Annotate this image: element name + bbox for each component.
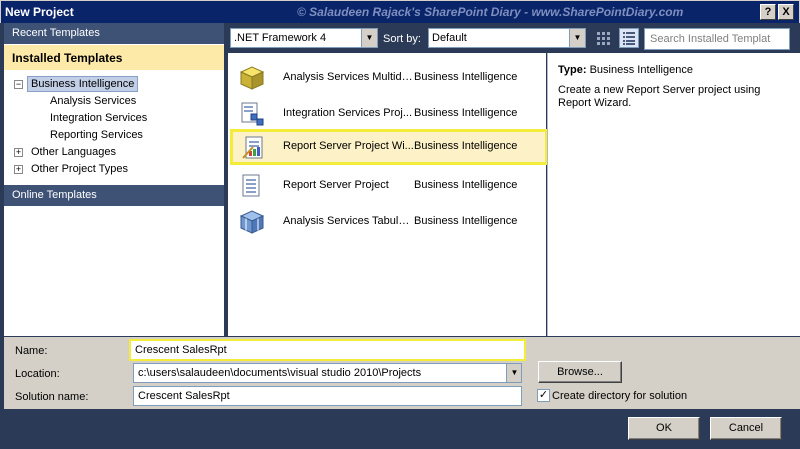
tree-item-label: Integration Services bbox=[50, 112, 148, 124]
online-templates-header[interactable]: Online Templates bbox=[4, 185, 224, 206]
template-item[interactable]: Integration Services Proj... Business In… bbox=[230, 96, 546, 132]
template-category: Business Intelligence bbox=[414, 140, 518, 152]
list-view-icon bbox=[623, 32, 635, 45]
report-wizard-icon bbox=[242, 136, 263, 159]
template-category: Business Intelligence bbox=[414, 107, 518, 119]
template-item[interactable]: Analysis Services Tabular... Business In… bbox=[230, 204, 546, 240]
location-dropdown[interactable]: ▼ bbox=[506, 364, 521, 382]
cube-icon bbox=[239, 66, 265, 90]
template-list: Analysis Services Multidim... Business I… bbox=[228, 53, 548, 336]
type-label: Type: bbox=[558, 64, 587, 76]
type-value: Business Intelligence bbox=[589, 64, 693, 76]
solution-name-field[interactable]: Crescent SalesRpt bbox=[133, 386, 522, 406]
recent-templates-header[interactable]: Recent Templates bbox=[4, 23, 224, 44]
framework-select[interactable]: .NET Framework 4 ▼ bbox=[230, 28, 378, 48]
collapse-icon[interactable]: − bbox=[14, 80, 23, 89]
close-button[interactable]: X bbox=[778, 4, 794, 20]
window-title: New Project bbox=[5, 5, 74, 19]
template-name: Report Server Project Wi... bbox=[283, 140, 414, 152]
project-form: Name: Crescent SalesRpt Location: c:\use… bbox=[4, 337, 800, 409]
location-field[interactable]: c:\users\salaudeen\documents\visual stud… bbox=[133, 363, 522, 383]
browse-button[interactable]: Browse... bbox=[538, 361, 622, 383]
template-type: Type: Business Intelligence bbox=[558, 64, 693, 76]
template-name: Report Server Project bbox=[283, 179, 389, 191]
ok-button[interactable]: OK bbox=[628, 417, 700, 440]
create-directory-label[interactable]: Create directory for solution bbox=[552, 390, 687, 402]
create-directory-checkbox[interactable]: ✓ bbox=[537, 389, 550, 402]
framework-value: .NET Framework 4 bbox=[234, 32, 327, 44]
template-description: Create a new Report Server project using… bbox=[558, 84, 761, 109]
solution-name-label: Solution name: bbox=[15, 391, 89, 403]
template-category: Business Intelligence bbox=[414, 179, 518, 191]
sort-by-select[interactable]: Default ▼ bbox=[428, 28, 586, 48]
name-field[interactable]: Crescent SalesRpt bbox=[129, 339, 526, 361]
template-categories-panel: Recent Templates Installed Templates − B… bbox=[4, 23, 224, 336]
expand-icon[interactable]: + bbox=[14, 165, 23, 174]
tree-item-label: Other Languages bbox=[31, 146, 117, 158]
template-item[interactable]: Report Server Project Business Intellige… bbox=[230, 168, 546, 204]
title-bar: New Project © Salaudeen Rajack's SharePo… bbox=[0, 0, 800, 23]
tree-item-label: Other Project Types bbox=[31, 163, 129, 175]
location-label: Location: bbox=[15, 368, 60, 380]
tabular-icon bbox=[239, 210, 265, 234]
sort-by-value: Default bbox=[432, 32, 467, 44]
name-label: Name: bbox=[15, 345, 48, 357]
watermark-text: © Salaudeen Rajack's SharePoint Diary - … bbox=[297, 5, 684, 19]
report-icon bbox=[242, 174, 260, 197]
small-icons-view-button[interactable] bbox=[593, 28, 613, 48]
template-name: Integration Services Proj... bbox=[283, 107, 413, 119]
template-item[interactable]: Analysis Services Multidim... Business I… bbox=[230, 60, 546, 96]
dialog-footer: OK Cancel bbox=[0, 410, 800, 449]
help-icon: ? bbox=[764, 6, 772, 18]
dropdown-arrow-icon[interactable]: ▼ bbox=[506, 364, 521, 382]
template-name: Analysis Services Multidim... bbox=[283, 71, 414, 83]
tree-item-label: Reporting Services bbox=[50, 129, 143, 141]
grid-view-icon bbox=[597, 32, 610, 45]
sort-by-label: Sort by: bbox=[383, 33, 421, 45]
tree-item-label: Business Intelligence bbox=[27, 76, 139, 92]
integration-icon bbox=[241, 102, 264, 126]
close-icon: X bbox=[782, 6, 790, 18]
location-value: c:\users\salaudeen\documents\visual stud… bbox=[138, 367, 422, 379]
template-name: Analysis Services Tabular... bbox=[283, 215, 414, 227]
help-button[interactable]: ? bbox=[760, 4, 776, 20]
template-description-panel: Type: Business Intelligence Create a new… bbox=[547, 53, 800, 336]
dropdown-arrow-icon[interactable]: ▼ bbox=[569, 29, 585, 47]
template-category: Business Intelligence bbox=[414, 71, 518, 83]
details-view-button[interactable] bbox=[619, 28, 639, 48]
search-installed-templates-input[interactable]: Search Installed Templat bbox=[644, 28, 790, 50]
template-item-selected[interactable]: Report Server Project Wi... Business Int… bbox=[230, 129, 548, 165]
expand-icon[interactable]: + bbox=[14, 148, 23, 157]
dropdown-arrow-icon[interactable]: ▼ bbox=[361, 29, 377, 47]
installed-templates-header[interactable]: Installed Templates bbox=[4, 45, 224, 70]
template-category: Business Intelligence bbox=[414, 215, 518, 227]
tree-item-label: Analysis Services bbox=[50, 95, 137, 107]
cancel-button[interactable]: Cancel bbox=[710, 417, 782, 440]
